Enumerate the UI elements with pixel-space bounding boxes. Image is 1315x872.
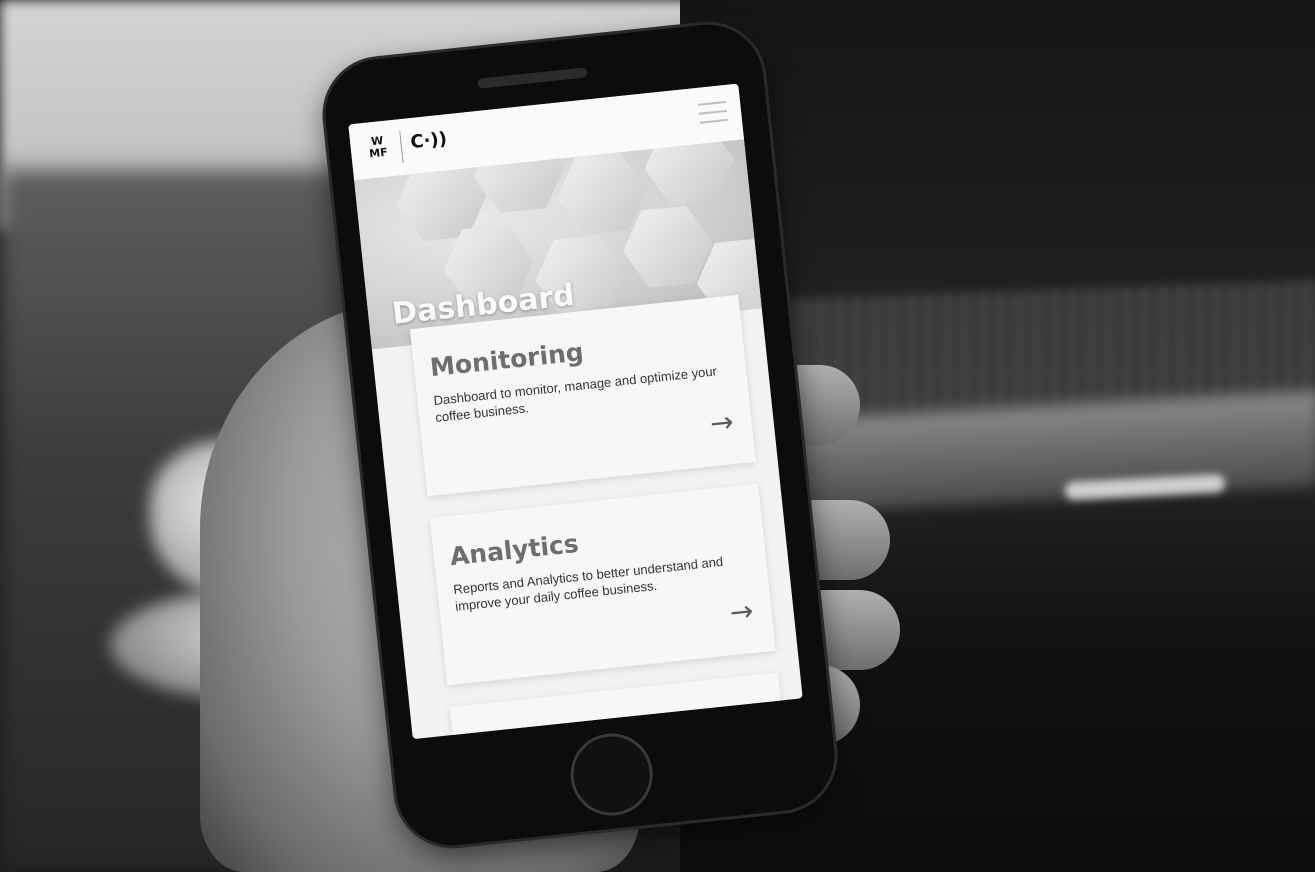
phone-screen: W MF C·)) Dashboard Monitoring Dashboard… — [348, 83, 803, 740]
logo-divider — [399, 131, 404, 164]
hamburger-menu-icon[interactable] — [698, 100, 728, 126]
arrow-right-icon[interactable]: → — [728, 594, 755, 629]
arrow-right-icon[interactable]: → — [708, 405, 735, 440]
monitoring-card[interactable]: Monitoring Dashboard to monitor, manage … — [410, 294, 756, 497]
analytics-card[interactable]: Analytics Reports and Analytics to bette… — [429, 483, 776, 686]
hexagon-pattern — [640, 139, 738, 207]
connect-logo: C·)) — [409, 128, 448, 154]
wmf-logo[interactable]: W MF — [362, 134, 395, 167]
smartphone: W MF C·)) Dashboard Monitoring Dashboard… — [319, 19, 841, 851]
dashboard-cards: Monitoring Dashboard to monitor, manage … — [370, 292, 803, 740]
